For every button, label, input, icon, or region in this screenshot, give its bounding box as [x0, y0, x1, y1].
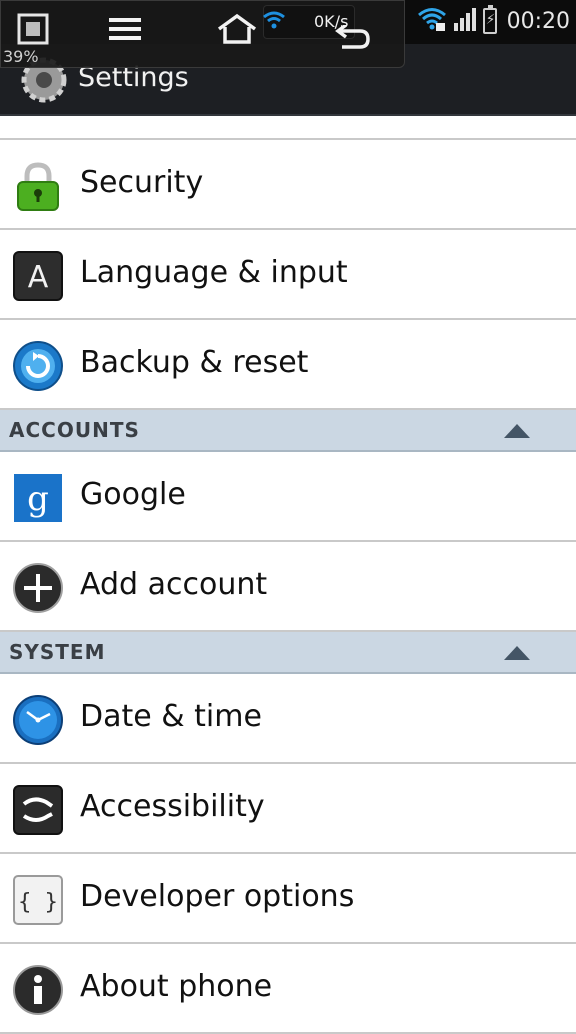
- home-button[interactable]: [217, 11, 257, 51]
- collapse-arrow-icon[interactable]: [504, 424, 530, 438]
- keyboard-a-icon: A: [12, 250, 64, 302]
- collapse-arrow-icon[interactable]: [504, 646, 530, 660]
- home-icon: [216, 13, 258, 49]
- clock-icon: [12, 694, 64, 746]
- plus-circle-icon: [12, 562, 64, 614]
- settings-item-label: About phone: [80, 969, 273, 1004]
- settings-item-language[interactable]: A Language & input: [0, 230, 576, 320]
- section-header-accounts[interactable]: ACCOUNTS: [0, 410, 576, 452]
- braces-icon: { }: [12, 874, 64, 926]
- menu-button[interactable]: [105, 11, 145, 51]
- settings-item-add-account[interactable]: Add account: [0, 542, 576, 632]
- settings-item-google[interactable]: g Google: [0, 452, 576, 542]
- lock-icon: [12, 160, 64, 212]
- settings-item-label: Accessibility: [80, 789, 265, 824]
- accessibility-hand-icon: [12, 784, 64, 836]
- back-button[interactable]: [331, 21, 371, 61]
- settings-item-accessibility[interactable]: Accessibility: [0, 764, 576, 854]
- settings-item-label: Google: [80, 477, 186, 512]
- settings-item-label: Developer options: [80, 879, 355, 914]
- status-icons: ⚡ 00:20: [417, 5, 570, 36]
- battery-percent: 39%: [3, 47, 39, 66]
- settings-item-backup[interactable]: Backup & reset: [0, 320, 576, 410]
- settings-item-label: Backup & reset: [80, 345, 309, 380]
- signal-icon: [453, 7, 477, 35]
- back-icon: [332, 23, 370, 57]
- google-icon: g: [12, 472, 64, 524]
- battery-icon: ⚡: [482, 5, 497, 34]
- settings-item-security[interactable]: Security: [0, 140, 576, 230]
- status-clock: 00:20: [506, 8, 570, 34]
- list-top-divider: [0, 116, 576, 140]
- svg-text:g: g: [27, 479, 49, 519]
- menu-icon: [107, 16, 143, 46]
- svg-text:A: A: [28, 260, 49, 295]
- recent-apps-button[interactable]: [13, 11, 53, 51]
- window-icon: [16, 12, 50, 50]
- section-title: ACCOUNTS: [9, 418, 140, 442]
- section-title: SYSTEM: [9, 640, 106, 664]
- section-header-system[interactable]: SYSTEM: [0, 632, 576, 674]
- settings-item-developer-options[interactable]: { } Developer options: [0, 854, 576, 944]
- settings-item-date-time[interactable]: Date & time: [0, 674, 576, 764]
- settings-item-label: Add account: [80, 567, 268, 602]
- wifi-lock-icon: [417, 6, 447, 36]
- settings-list: Security A Language & input Backup & res…: [0, 116, 576, 1034]
- settings-item-label: Language & input: [80, 255, 348, 290]
- settings-item-about-phone[interactable]: About phone: [0, 944, 576, 1034]
- wifi-icon: [261, 8, 287, 38]
- svg-text:{ }: { }: [18, 890, 58, 915]
- settings-item-label: Security: [80, 165, 204, 200]
- info-icon: [12, 964, 64, 1016]
- settings-item-label: Date & time: [80, 699, 262, 734]
- floating-nav-overlay[interactable]: 0K/s 39%: [0, 0, 405, 68]
- backup-icon: [12, 340, 64, 392]
